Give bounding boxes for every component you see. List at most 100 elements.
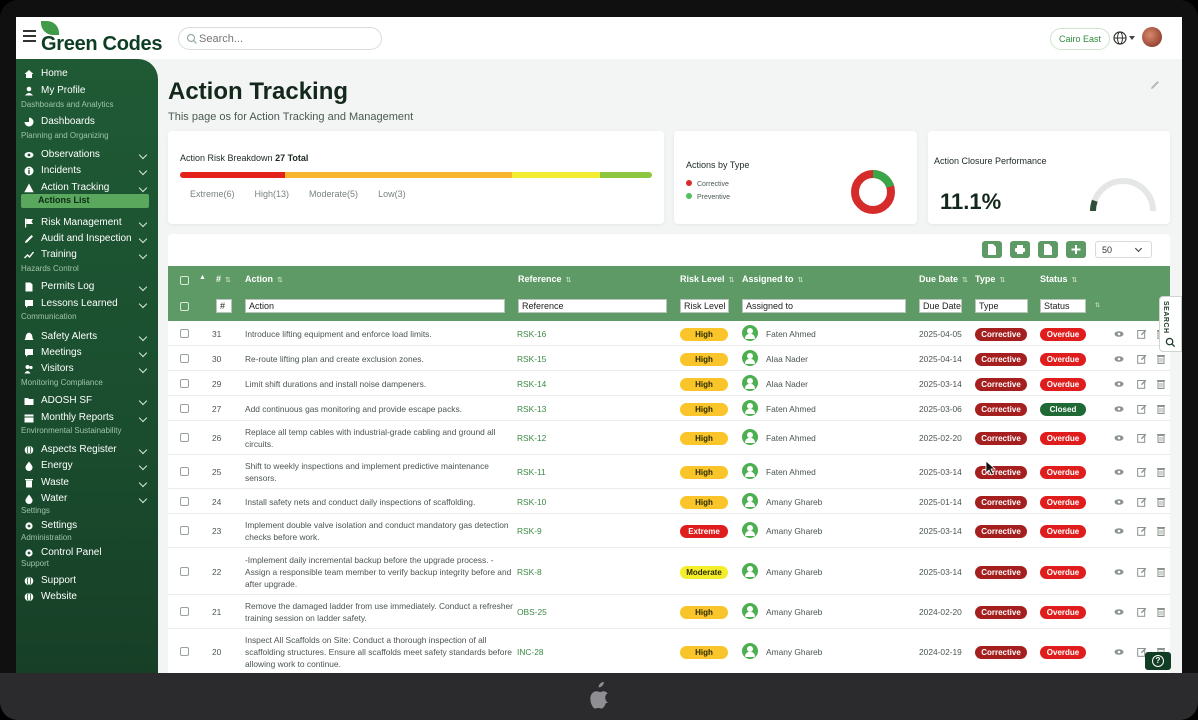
table-row[interactable]: 21 Remove the damaged ladder from use imm… — [168, 595, 1170, 629]
view-eye-icon[interactable] — [1114, 567, 1124, 577]
row-checkbox[interactable] — [180, 497, 189, 506]
filter-row-checkbox[interactable] — [180, 302, 189, 311]
delete-trash-icon[interactable] — [1156, 354, 1166, 364]
filter-status[interactable] — [1040, 299, 1086, 313]
reference-link[interactable]: RSK-14 — [517, 378, 546, 390]
edit-icon[interactable] — [1137, 329, 1147, 339]
sidebar-item-support[interactable]: Support — [16, 573, 158, 589]
row-checkbox[interactable] — [180, 467, 189, 476]
filter-action[interactable] — [245, 299, 505, 313]
add-action-button[interactable] — [1066, 241, 1086, 258]
row-checkbox[interactable] — [180, 526, 189, 535]
header-status[interactable]: Status ⇅ — [1040, 274, 1077, 284]
header-risk-level[interactable]: Risk Level ⇅ — [680, 274, 734, 284]
header-due-date[interactable]: Due Date ⇅ — [919, 274, 968, 284]
sidebar-item-incidents[interactable]: Incidents — [16, 163, 158, 179]
row-sort-arrows[interactable]: ▲ — [199, 274, 206, 281]
table-row[interactable]: 27 Add continuous gas monitoring and prov… — [168, 396, 1170, 421]
row-checkbox[interactable] — [180, 329, 189, 338]
header-type[interactable]: Type ⇅ — [975, 274, 1005, 284]
view-eye-icon[interactable] — [1114, 404, 1124, 414]
delete-trash-icon[interactable] — [1156, 497, 1166, 507]
sidebar-item-audit-and-inspection[interactable]: Audit and Inspection — [16, 231, 158, 247]
reference-link[interactable]: INC-28 — [517, 646, 544, 658]
chevron-down-icon[interactable] — [1129, 36, 1135, 40]
view-eye-icon[interactable] — [1114, 379, 1124, 389]
row-checkbox[interactable] — [180, 607, 189, 616]
delete-trash-icon[interactable] — [1156, 567, 1166, 577]
header-num[interactable]: # ⇅ — [216, 274, 231, 284]
sidebar-item-water[interactable]: Water — [16, 491, 158, 507]
risk-tab-2[interactable]: Moderate(5) — [309, 189, 358, 199]
edit-icon[interactable] — [1137, 379, 1147, 389]
header-action[interactable]: Action ⇅ — [245, 274, 283, 284]
edit-icon[interactable] — [1137, 607, 1147, 617]
reference-link[interactable]: OBS-25 — [517, 606, 547, 618]
sidebar-item-monthly-reports[interactable]: Monthly Reports — [16, 410, 158, 426]
filter-assigned-to[interactable] — [742, 299, 906, 313]
table-row[interactable]: 30 Re-route lifting plan and create exclu… — [168, 346, 1170, 371]
edit-icon[interactable] — [1137, 567, 1147, 577]
reference-link[interactable]: RSK-9 — [517, 525, 542, 537]
reference-link[interactable]: RSK-16 — [517, 328, 546, 340]
sidebar-item-lessons-learned[interactable]: Lessons Learned — [16, 296, 158, 312]
side-search-tab[interactable]: SEARCH — [1159, 296, 1182, 352]
table-row[interactable]: 29 Limit shift durations and install nois… — [168, 371, 1170, 396]
table-row[interactable]: 22 -Implement daily incremental backup be… — [168, 548, 1170, 595]
row-checkbox[interactable] — [180, 354, 189, 363]
hamburger-menu-icon[interactable] — [23, 30, 36, 42]
view-eye-icon[interactable] — [1114, 607, 1124, 617]
export-pdf-button[interactable] — [1038, 241, 1058, 258]
filter-type[interactable] — [975, 299, 1028, 313]
risk-tab-3[interactable]: Low(3) — [378, 189, 406, 199]
table-row[interactable]: 26 Replace all temp cables with industria… — [168, 421, 1170, 455]
sidebar-item-dashboards[interactable]: Dashboards — [16, 114, 158, 130]
edit-icon[interactable] — [1137, 433, 1147, 443]
view-eye-icon[interactable] — [1114, 647, 1124, 657]
reference-link[interactable]: RSK-13 — [517, 403, 546, 415]
user-avatar[interactable] — [1142, 27, 1162, 47]
filter-risk-level[interactable] — [680, 299, 729, 313]
header-reference[interactable]: Reference ⇅ — [518, 274, 571, 284]
reference-link[interactable]: RSK-15 — [517, 353, 546, 365]
sidebar-item-adosh-sf[interactable]: ADOSH SF — [16, 393, 158, 409]
table-row[interactable]: 23 Implement double valve isolation and c… — [168, 514, 1170, 548]
table-row[interactable]: 24 Install safety nets and conduct daily … — [168, 489, 1170, 514]
location-selector[interactable]: Cairo East — [1050, 28, 1111, 50]
reference-link[interactable]: RSK-10 — [517, 496, 546, 508]
risk-tab-1[interactable]: High(13) — [255, 189, 290, 199]
view-eye-icon[interactable] — [1114, 354, 1124, 364]
help-button[interactable]: ? — [1145, 652, 1171, 670]
filter-due-date[interactable] — [919, 299, 962, 313]
sidebar-item-permits-log[interactable]: Permits Log — [16, 279, 158, 295]
sidebar-item-home[interactable]: Home — [16, 66, 158, 82]
edit-icon[interactable] — [1137, 404, 1147, 414]
filter-reference[interactable] — [518, 299, 667, 313]
select-all-checkbox[interactable] — [180, 276, 189, 285]
risk-tab-0[interactable]: Extreme(6) — [190, 189, 235, 199]
reference-link[interactable]: RSK-12 — [517, 432, 546, 444]
edit-icon[interactable] — [1137, 467, 1147, 477]
delete-trash-icon[interactable] — [1156, 526, 1166, 536]
search-input[interactable] — [199, 31, 369, 47]
filter-num[interactable] — [216, 299, 232, 313]
view-eye-icon[interactable] — [1114, 497, 1124, 507]
edit-icon[interactable] — [1137, 497, 1147, 507]
page-size-select[interactable]: 50 — [1095, 241, 1152, 258]
reference-link[interactable]: RSK-8 — [517, 566, 542, 578]
row-checkbox[interactable] — [180, 404, 189, 413]
row-checkbox[interactable] — [180, 567, 189, 576]
sidebar-item-training[interactable]: Training — [16, 247, 158, 263]
view-eye-icon[interactable] — [1114, 526, 1124, 536]
sidebar-item-meetings[interactable]: Meetings — [16, 345, 158, 361]
table-row[interactable]: 31 Introduce lifting equipment and enforc… — [168, 321, 1170, 346]
sidebar-item-safety-alerts[interactable]: Safety Alerts — [16, 329, 158, 345]
sidebar-item-aspects-register[interactable]: Aspects Register — [16, 442, 158, 458]
view-eye-icon[interactable] — [1114, 433, 1124, 443]
sidebar-item-actions-list[interactable]: Actions List — [21, 194, 149, 208]
sidebar-item-visitors[interactable]: Visitors — [16, 361, 158, 377]
view-eye-icon[interactable] — [1114, 467, 1124, 477]
sidebar-item-energy[interactable]: Energy — [16, 458, 158, 474]
sidebar-item-risk-management[interactable]: Risk Management — [16, 215, 158, 231]
view-eye-icon[interactable] — [1114, 329, 1124, 339]
